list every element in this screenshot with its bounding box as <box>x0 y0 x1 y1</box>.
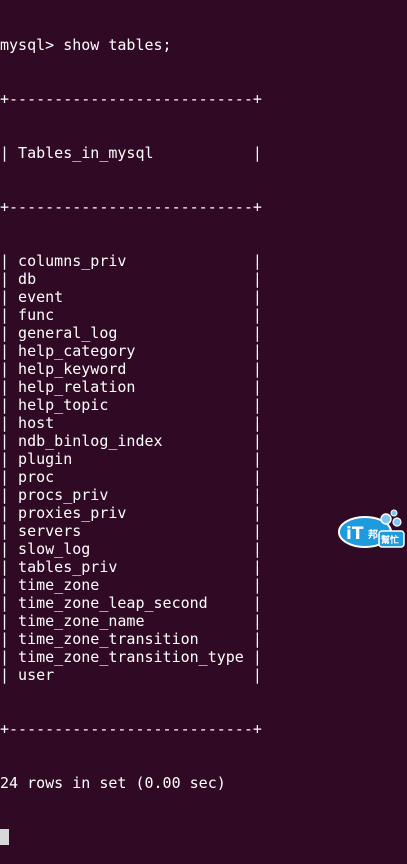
terminal-cursor <box>0 829 9 845</box>
table-row: | time_zone_transition_type | <box>0 648 262 666</box>
table-row: | help_relation | <box>0 378 262 396</box>
prompt-line: mysql> show tables; <box>0 36 172 54</box>
cursor-line <box>0 828 407 846</box>
table-row: | time_zone_transition | <box>0 630 262 648</box>
table-row: | plugin | <box>0 450 262 468</box>
table-row: | proc | <box>0 468 262 486</box>
table-row: | help_keyword | <box>0 360 262 378</box>
table-row: | user | <box>0 666 262 684</box>
ithome-logo-icon: iT 邦 幫忙 <box>338 509 405 548</box>
table-row: | help_topic | <box>0 396 262 414</box>
table-row: | procs_priv | <box>0 486 262 504</box>
table-row: | help_category | <box>0 342 262 360</box>
svg-text:邦: 邦 <box>368 528 378 541</box>
table-border-header: +---------------------------+ <box>0 198 262 216</box>
table-row: | func | <box>0 306 262 324</box>
table-border-bottom: +---------------------------+ <box>0 720 262 738</box>
svg-text:幫忙: 幫忙 <box>381 534 399 546</box>
table-header: | Tables_in_mysql | <box>0 144 262 162</box>
table-rows: | columns_priv | | db | | event | | func | |… <box>0 252 407 684</box>
svg-text:iT: iT <box>346 524 364 544</box>
table-row: | time_zone_leap_second | <box>0 594 262 612</box>
table-row: | general_log | <box>0 324 262 342</box>
table-row: | tables_priv | <box>0 558 262 576</box>
table-row: | db | <box>0 270 262 288</box>
table-row: | time_zone_name | <box>0 612 262 630</box>
table-row: | event | <box>0 288 262 306</box>
table-row: | columns_priv | <box>0 252 262 270</box>
table-border-top: +---------------------------+ <box>0 90 262 108</box>
status-line: 24 rows in set (0.00 sec) <box>0 774 226 792</box>
terminal-output[interactable]: mysql> show tables; +-------------------… <box>0 0 407 845</box>
table-row: | host | <box>0 414 262 432</box>
table-row: | time_zone | <box>0 576 262 594</box>
table-row: | ndb_binlog_index | <box>0 432 262 450</box>
